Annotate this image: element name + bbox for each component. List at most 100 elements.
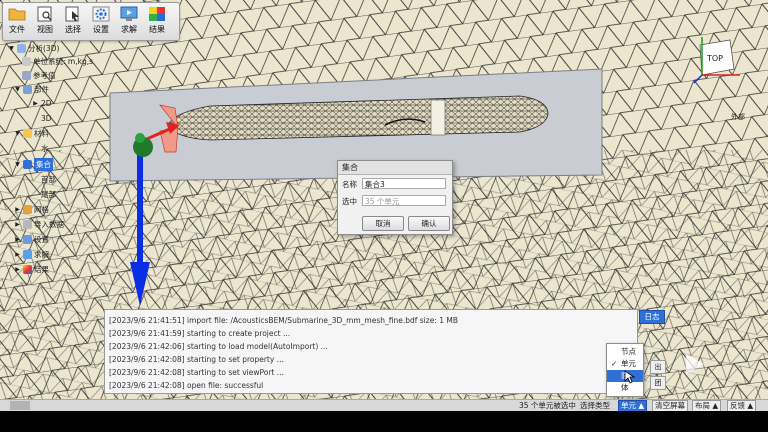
set-dialog: 集合 名称 集合3 选中 35 个单元 取消 确认 <box>337 160 453 235</box>
side-button-1[interactable]: 出 <box>650 360 666 374</box>
material-icon <box>23 129 32 138</box>
collapse-toggle-icon[interactable]: ▼ <box>8 42 15 55</box>
log-line: [2023/9/6 21:41:51] import file: /Acoust… <box>109 316 459 325</box>
tree-item-import-data[interactable]: ▶ 导入数据 <box>14 218 64 231</box>
checkmark-icon: ✓ <box>611 359 618 368</box>
side-button-2[interactable]: 团 <box>650 376 666 390</box>
tree-item-label: 结果 <box>34 265 49 274</box>
tree-item-label: 单位系统: m,kg,s <box>33 57 93 66</box>
status-bar: 35 个单元被选中 选择类型 单元 ▲ 清空屏幕 布局 ▲ 反馈 ▲ <box>0 399 768 412</box>
tree-item-solve[interactable]: ▶ 求解 <box>14 248 49 261</box>
log-line: [2023/9/6 21:42:08] starting to set prop… <box>109 355 284 364</box>
expand-toggle-icon[interactable]: ▶ <box>14 203 21 216</box>
tree-item-result[interactable]: ▶ 结果 <box>14 263 49 276</box>
tree-item-label: 参考值 <box>33 71 56 80</box>
tree-item-set[interactable]: ▼ 集合 <box>14 158 53 171</box>
tree-item-settings[interactable]: ▶ 设置 <box>14 233 49 246</box>
select-button[interactable]: 选择 <box>59 3 87 40</box>
name-field[interactable]: 集合3 <box>362 178 446 189</box>
file-button-label: 文件 <box>9 25 25 34</box>
view-icon <box>37 6 52 22</box>
tree-item-label: 分析(3D) <box>28 44 60 53</box>
tree-item-material-water[interactable]: 水 <box>41 142 49 155</box>
dialog-title: 集合 <box>338 161 452 175</box>
mouse-cursor-icon <box>624 370 636 384</box>
tree-item-label: 导入数据 <box>34 220 64 229</box>
expand-toggle-icon[interactable]: ▶ <box>14 263 21 276</box>
tree-item-label: 尾部 <box>41 190 56 199</box>
result-button-label: 结果 <box>149 25 165 34</box>
tree-item-label: 首部 <box>41 175 56 184</box>
popup-item-label: 单元 <box>621 359 636 368</box>
select-type-label: 选择类型 <box>580 401 610 410</box>
tree-item-material[interactable]: ▼ 材料 <box>14 127 49 140</box>
log-line: [2023/9/6 21:42:06] starting to load mod… <box>109 342 328 351</box>
right-partial-label: 外部 <box>731 113 745 121</box>
analysis-icon <box>17 44 26 53</box>
tree-item-unit-system[interactable]: 单位系统: m,kg,s <box>22 55 93 68</box>
import-icon <box>23 220 32 229</box>
unit-icon <box>22 57 31 66</box>
solve-icon <box>23 250 32 259</box>
log-line: [2023/9/6 21:41:59] starting to create p… <box>109 329 291 338</box>
expand-toggle-icon[interactable]: ▶ <box>14 233 21 246</box>
tree-item-label: 求解 <box>34 250 49 259</box>
view-button-label: 视图 <box>37 25 53 34</box>
settings-button-label: 设置 <box>93 25 109 34</box>
selection-field[interactable]: 35 个单元 <box>362 195 446 206</box>
tree-item-parts[interactable]: ▼ 部件 <box>14 83 49 96</box>
folder-icon <box>8 8 26 21</box>
gear-icon <box>92 6 110 22</box>
tree-item-label: 设置 <box>34 235 49 244</box>
tree-item-set-head[interactable]: 首部 <box>41 173 56 186</box>
tree-item-reference[interactable]: 参考值 <box>22 69 56 82</box>
view-cube[interactable]: TOP <box>692 35 742 95</box>
tree-item-set-tail[interactable]: 尾部 <box>41 188 56 201</box>
expand-toggle-icon[interactable]: ▶ <box>32 97 39 110</box>
log-line: [2023/9/6 21:42:08] starting to set view… <box>109 368 284 377</box>
collapse-toggle-icon[interactable]: ▼ <box>14 83 21 96</box>
main-toolbar: 文件 视图 选择 设置 求解 结果 <box>2 2 180 41</box>
solve-button[interactable]: 求解 <box>115 3 143 40</box>
popup-item-node[interactable]: 节点 <box>607 346 643 358</box>
solve-button-label: 求解 <box>121 25 137 34</box>
tree-item-label: 水 <box>41 144 49 153</box>
settings-button[interactable]: 设置 <box>87 3 115 40</box>
collapse-toggle-icon[interactable]: ▼ <box>14 158 21 171</box>
log-button[interactable]: 日志 <box>639 310 665 324</box>
file-button[interactable]: 文件 <box>3 3 31 40</box>
confirm-button[interactable]: 确认 <box>408 216 450 231</box>
select-icon <box>65 6 79 22</box>
select-button-label: 选择 <box>65 25 81 34</box>
result-button[interactable]: 结果 <box>143 3 171 40</box>
selection-label: 选中 <box>342 197 357 206</box>
tree-item-label: 网格 <box>34 205 49 214</box>
tree-item-label: 集合 <box>34 158 53 171</box>
solve-icon <box>120 6 138 21</box>
name-label: 名称 <box>342 180 357 189</box>
expand-toggle-icon[interactable]: ▶ <box>14 248 21 261</box>
selection-count: 35 个单元被选中 <box>519 401 576 410</box>
parts-icon <box>23 85 32 94</box>
tree-item-parts-3d[interactable]: 3D <box>41 112 52 125</box>
popup-item-element[interactable]: ✓ 单元 <box>607 358 643 370</box>
cancel-button[interactable]: 取消 <box>362 216 404 231</box>
result-icon <box>23 265 32 274</box>
bottom-black-bar <box>0 411 768 432</box>
tree-item-root[interactable]: ▼ 分析(3D) <box>8 42 59 55</box>
status-indicator <box>10 401 30 410</box>
tree-item-label: 3D <box>41 114 52 123</box>
gear-icon <box>23 235 32 244</box>
log-panel: [2023/9/6 21:41:51] import file: /Acoust… <box>104 309 638 394</box>
tree-item-mesh[interactable]: ▶ 网格 <box>14 203 49 216</box>
play-icon[interactable] <box>684 352 706 376</box>
tree-item-label: 材料 <box>34 129 49 138</box>
result-icon <box>149 7 165 21</box>
mesh-icon <box>23 205 32 214</box>
collapse-toggle-icon[interactable]: ▼ <box>14 127 21 140</box>
tree-item-parts-2d[interactable]: ▶ 2D <box>32 97 52 110</box>
tree-item-label: 2D <box>41 99 52 108</box>
log-line: [2023/9/6 21:42:08] open file: successfu… <box>109 381 264 390</box>
expand-toggle-icon[interactable]: ▶ <box>14 218 21 231</box>
view-button[interactable]: 视图 <box>31 3 59 40</box>
